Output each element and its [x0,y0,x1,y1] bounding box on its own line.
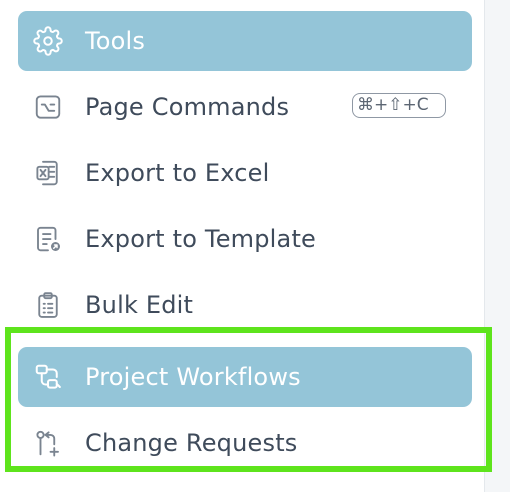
menu-item-label: Export to Template [85,225,317,253]
menu-item-label: Tools [85,27,146,55]
excel-icon [32,157,64,189]
terminal-icon [32,91,64,123]
menu-item-tools[interactable]: Tools [18,11,472,71]
template-export-icon [32,223,64,255]
menu-item-export-template[interactable]: Export to Template [18,209,472,269]
menu-item-label: Bulk Edit [85,291,194,319]
keyboard-shortcut-badge: ⌘+⇧+C [352,93,446,118]
menu-item-label: Page Commands [85,93,290,121]
menu-item-bulk-edit[interactable]: Bulk Edit [18,275,472,335]
menu-item-label: Project Workflows [85,363,301,391]
git-pull-request-icon [32,427,64,459]
menu-item-change-requests[interactable]: Change Requests [18,413,472,473]
clipboard-list-icon [32,289,64,321]
right-panel-edge [484,0,510,492]
menu-item-page-commands[interactable]: Page Commands ⌘+⇧+C [18,77,472,137]
tools-menu-panel: Tools Page Commands ⌘+⇧+C Export to Exce… [0,0,510,492]
menu-item-export-excel[interactable]: Export to Excel [18,143,472,203]
menu-item-project-workflows[interactable]: Project Workflows [18,347,472,407]
menu-item-label: Change Requests [85,429,298,457]
menu-item-label: Export to Excel [85,159,270,187]
gear-icon [32,25,64,57]
workflow-icon [32,361,64,393]
